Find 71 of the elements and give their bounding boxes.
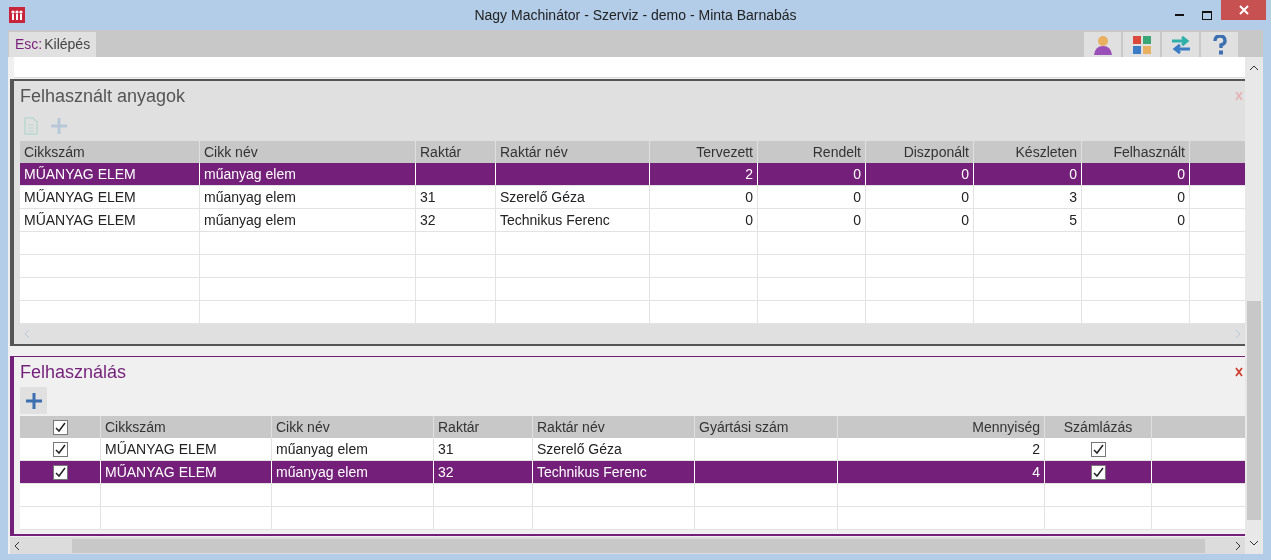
scrollbar-thumb[interactable]	[1247, 301, 1261, 520]
close-button[interactable]	[1221, 0, 1266, 20]
maximize-icon	[1202, 10, 1212, 20]
scroll-right-icon[interactable]	[1235, 540, 1241, 551]
swap-button[interactable]	[1162, 32, 1199, 57]
table-cell-text: Szerelő Géza	[537, 439, 622, 459]
help-icon	[1212, 34, 1227, 55]
tiles-button[interactable]	[1123, 32, 1160, 57]
table-row[interactable]: MŰANYAG ELEM műanyag elem 32 Technikus Ferenc 4	[20, 461, 1245, 484]
scroll-left-icon[interactable]	[14, 540, 20, 551]
table-cell-text: műanyag elem	[204, 187, 296, 207]
table-cell-text: műanyag elem	[204, 210, 296, 230]
table-cell-text: műanyag elem	[276, 462, 368, 482]
scroll-down-icon[interactable]	[1249, 540, 1259, 546]
table-cell-text: 0	[853, 210, 861, 230]
help-button[interactable]	[1201, 32, 1238, 57]
panel-title: Felhasználás	[20, 360, 127, 384]
table-cell-text: Szerelő Géza	[500, 187, 585, 207]
panel-title: Felhasznált anyagok	[20, 84, 186, 108]
add-icon	[24, 391, 43, 410]
table-cell-text: 0	[1177, 164, 1185, 184]
table-cell-text: 0	[961, 210, 969, 230]
table-cell-text: 0	[745, 187, 753, 207]
checkbox[interactable]	[1090, 464, 1106, 480]
table-cell-text: 0	[853, 187, 861, 207]
table-cell-text: MŰANYAG ELEM	[105, 439, 217, 459]
table-cell-text: 0	[961, 187, 969, 207]
swap-arrows-icon	[1169, 35, 1192, 54]
table-cell-text: 31	[438, 439, 454, 459]
close-icon	[1238, 5, 1249, 15]
table-cell-text: 32	[420, 210, 436, 230]
tiles-icon	[1132, 35, 1151, 54]
table-cell-text: 0	[853, 164, 861, 184]
checkbox[interactable]	[52, 464, 68, 480]
table-cell-text: Technikus Ferenc	[537, 462, 647, 482]
table-cell-text: 0	[745, 210, 753, 230]
table-row[interactable]: MŰANYAG ELEM műanyag elem 31 Szerelő Géza 2	[20, 438, 1245, 461]
checkbox[interactable]	[1090, 441, 1106, 457]
table-cell-text: műanyag elem	[204, 164, 296, 184]
table-cell-text: műanyag elem	[276, 439, 368, 459]
table-cell-text: 3	[1069, 187, 1077, 207]
checkbox[interactable]	[52, 419, 68, 435]
table-cell-text: 0	[1069, 164, 1077, 184]
app-logo-icon	[9, 7, 25, 23]
table-row[interactable]: MŰANYAG ELEM műanyag elem 32 Technikus Ferenc 0 0 0 5 0	[20, 209, 1245, 232]
table-cell-text: MŰANYAG ELEM	[105, 462, 217, 482]
table-cell-text: MŰANYAG ELEM	[24, 210, 136, 230]
table-cell-text: 5	[1069, 210, 1077, 230]
table-cell-text: 2	[745, 164, 753, 184]
minimize-icon	[1174, 13, 1184, 17]
table-cell-text: MŰANYAG ELEM	[24, 164, 136, 184]
table-cell-text: Technikus Ferenc	[500, 210, 610, 230]
table-row[interactable]: MŰANYAG ELEM műanyag elem 2 0 0 0 0	[20, 163, 1245, 186]
table-cell-text: 4	[1032, 462, 1040, 482]
scroll-up-icon[interactable]	[1249, 65, 1259, 71]
table-cell-text: 0	[1177, 187, 1185, 207]
close-icon[interactable]	[1235, 367, 1243, 377]
table-cell-text: 0	[1177, 210, 1185, 230]
table-cell-text: 0	[961, 164, 969, 184]
user-icon	[1092, 34, 1113, 55]
checkbox[interactable]	[52, 441, 68, 457]
scrollbar-thumb[interactable]	[72, 538, 1205, 553]
table-cell-text: 31	[420, 187, 436, 207]
add-button[interactable]	[20, 387, 47, 414]
window-title: Nagy Machinátor - Szerviz - demo - Minta Barnabás	[473, 5, 798, 25]
table-row[interactable]: MŰANYAG ELEM műanyag elem 31 Szerelő Géza 0 0 0 3 0	[20, 186, 1245, 209]
exit-button[interactable]: Esc:Kilépés	[9, 32, 97, 57]
table-cell-text: 2	[1032, 439, 1040, 459]
user-button[interactable]	[1084, 32, 1121, 57]
table-cell-text: MŰANYAG ELEM	[24, 187, 136, 207]
table-cell-text: 32	[438, 462, 454, 482]
